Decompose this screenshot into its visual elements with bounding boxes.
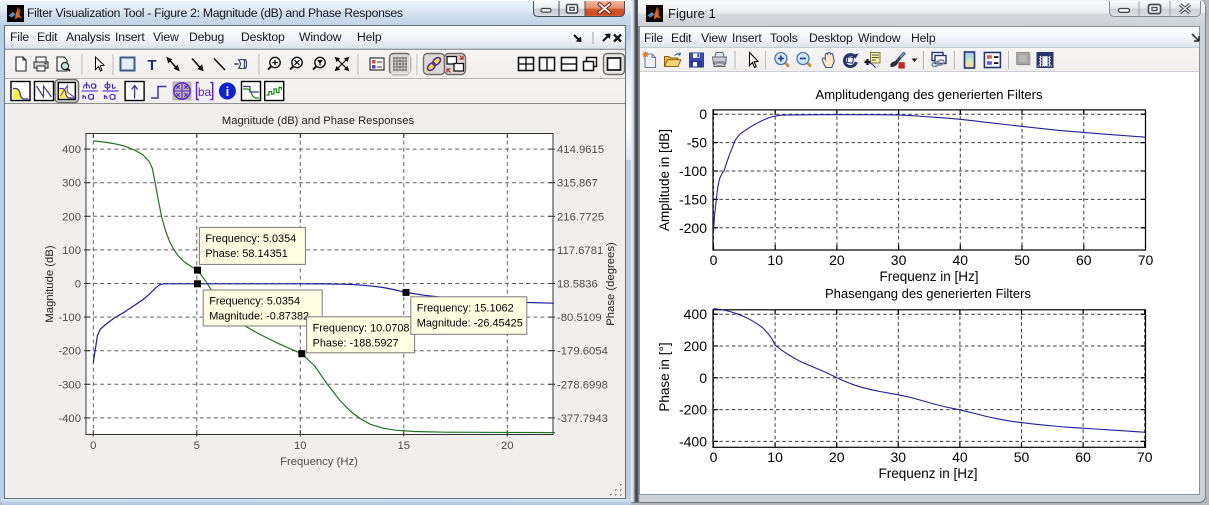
svg-text:Magnitude: -0.87382: Magnitude: -0.87382 [209, 311, 309, 323]
svg-text:0: 0 [710, 449, 718, 465]
svg-text:Frequency: 5.0354: Frequency: 5.0354 [205, 233, 296, 245]
svg-text:Phase in [°]: Phase in [°] [657, 342, 672, 411]
svg-text:-300: -300 [58, 379, 81, 391]
svg-text:-100: -100 [58, 312, 81, 324]
svg-text:15: 15 [398, 440, 411, 452]
svg-text:-200: -200 [58, 346, 81, 358]
svg-text:40: 40 [953, 252, 969, 268]
svg-text:315.867: 315.867 [557, 178, 598, 190]
svg-text:-278.6998: -278.6998 [557, 379, 608, 391]
svg-text:300: 300 [62, 178, 81, 190]
svg-text:-80.5109: -80.5109 [557, 312, 602, 324]
svg-text:10: 10 [767, 449, 783, 465]
svg-text:-100: -100 [679, 163, 707, 179]
svg-text:10: 10 [294, 440, 307, 452]
svg-text:T: T [147, 57, 156, 74]
svg-text:Magnitude (dB) and Phase Respo: Magnitude (dB) and Phase Responses [222, 115, 415, 127]
svg-text:20: 20 [501, 440, 514, 452]
svg-text:Frequency (Hz): Frequency (Hz) [280, 456, 358, 468]
svg-text:Phasengang des generierten Fil: Phasengang des generierten Filters [825, 286, 1031, 301]
svg-text:Phase (degrees): Phase (degrees) [605, 242, 617, 326]
svg-text:20: 20 [829, 252, 845, 268]
svg-text:0: 0 [699, 370, 707, 386]
svg-text:Phase: -188.5927: Phase: -188.5927 [313, 337, 399, 349]
svg-text:-150: -150 [679, 191, 707, 207]
svg-text:0: 0 [90, 440, 96, 452]
svg-text:40: 40 [952, 449, 968, 465]
svg-text:60: 60 [1075, 449, 1091, 465]
svg-text:Amplitude in [dB]: Amplitude in [dB] [657, 129, 672, 231]
svg-text:10: 10 [767, 252, 783, 268]
svg-text:-50: -50 [687, 135, 707, 151]
svg-text:Frequency: 10.0708: Frequency: 10.0708 [313, 322, 410, 334]
svg-text:-400: -400 [679, 433, 707, 449]
svg-text:-200: -200 [679, 402, 707, 418]
svg-text:20: 20 [829, 449, 845, 465]
svg-text:30: 30 [891, 252, 907, 268]
svg-text:200: 200 [62, 211, 81, 223]
svg-text:Magnitude (dB): Magnitude (dB) [44, 245, 56, 322]
svg-text:5: 5 [194, 440, 200, 452]
svg-text:Frequenz in [Hz]: Frequenz in [Hz] [878, 466, 977, 481]
svg-text:200: 200 [684, 338, 708, 354]
svg-text:Frequenz in [Hz]: Frequenz in [Hz] [879, 269, 978, 284]
svg-text:ba: ba [198, 85, 212, 99]
svg-text:400: 400 [684, 306, 708, 322]
svg-text:Frequency: 15.1062: Frequency: 15.1062 [417, 302, 514, 314]
svg-text:Amplitudengang des generierten: Amplitudengang des generierten Filters [816, 87, 1043, 102]
svg-text:-400: -400 [58, 413, 81, 425]
svg-text:70: 70 [1138, 252, 1154, 268]
svg-text:70: 70 [1137, 449, 1153, 465]
svg-text:Frequency: 5.0354: Frequency: 5.0354 [209, 296, 300, 308]
svg-text:-377.7943: -377.7943 [557, 413, 608, 425]
svg-text:i: i [226, 84, 230, 99]
svg-text:216.7725: 216.7725 [557, 211, 604, 223]
svg-text:414.9615: 414.9615 [557, 144, 604, 156]
svg-text:100: 100 [62, 245, 81, 257]
svg-text:0: 0 [710, 252, 718, 268]
svg-text:-179.6054: -179.6054 [557, 346, 608, 358]
svg-text:50: 50 [1014, 252, 1030, 268]
svg-text:Phase: 58.14351: Phase: 58.14351 [205, 248, 287, 260]
svg-text:18.5836: 18.5836 [557, 279, 598, 291]
svg-text:50: 50 [1014, 449, 1030, 465]
svg-text:Magnitude: -26.45425: Magnitude: -26.45425 [417, 317, 523, 329]
svg-text:0: 0 [699, 106, 707, 122]
svg-text:30: 30 [891, 449, 907, 465]
svg-text:60: 60 [1076, 252, 1092, 268]
svg-text:400: 400 [62, 144, 81, 156]
svg-text:-200: -200 [679, 220, 707, 236]
svg-text:0: 0 [75, 279, 81, 291]
svg-text:117.6781: 117.6781 [557, 245, 603, 257]
